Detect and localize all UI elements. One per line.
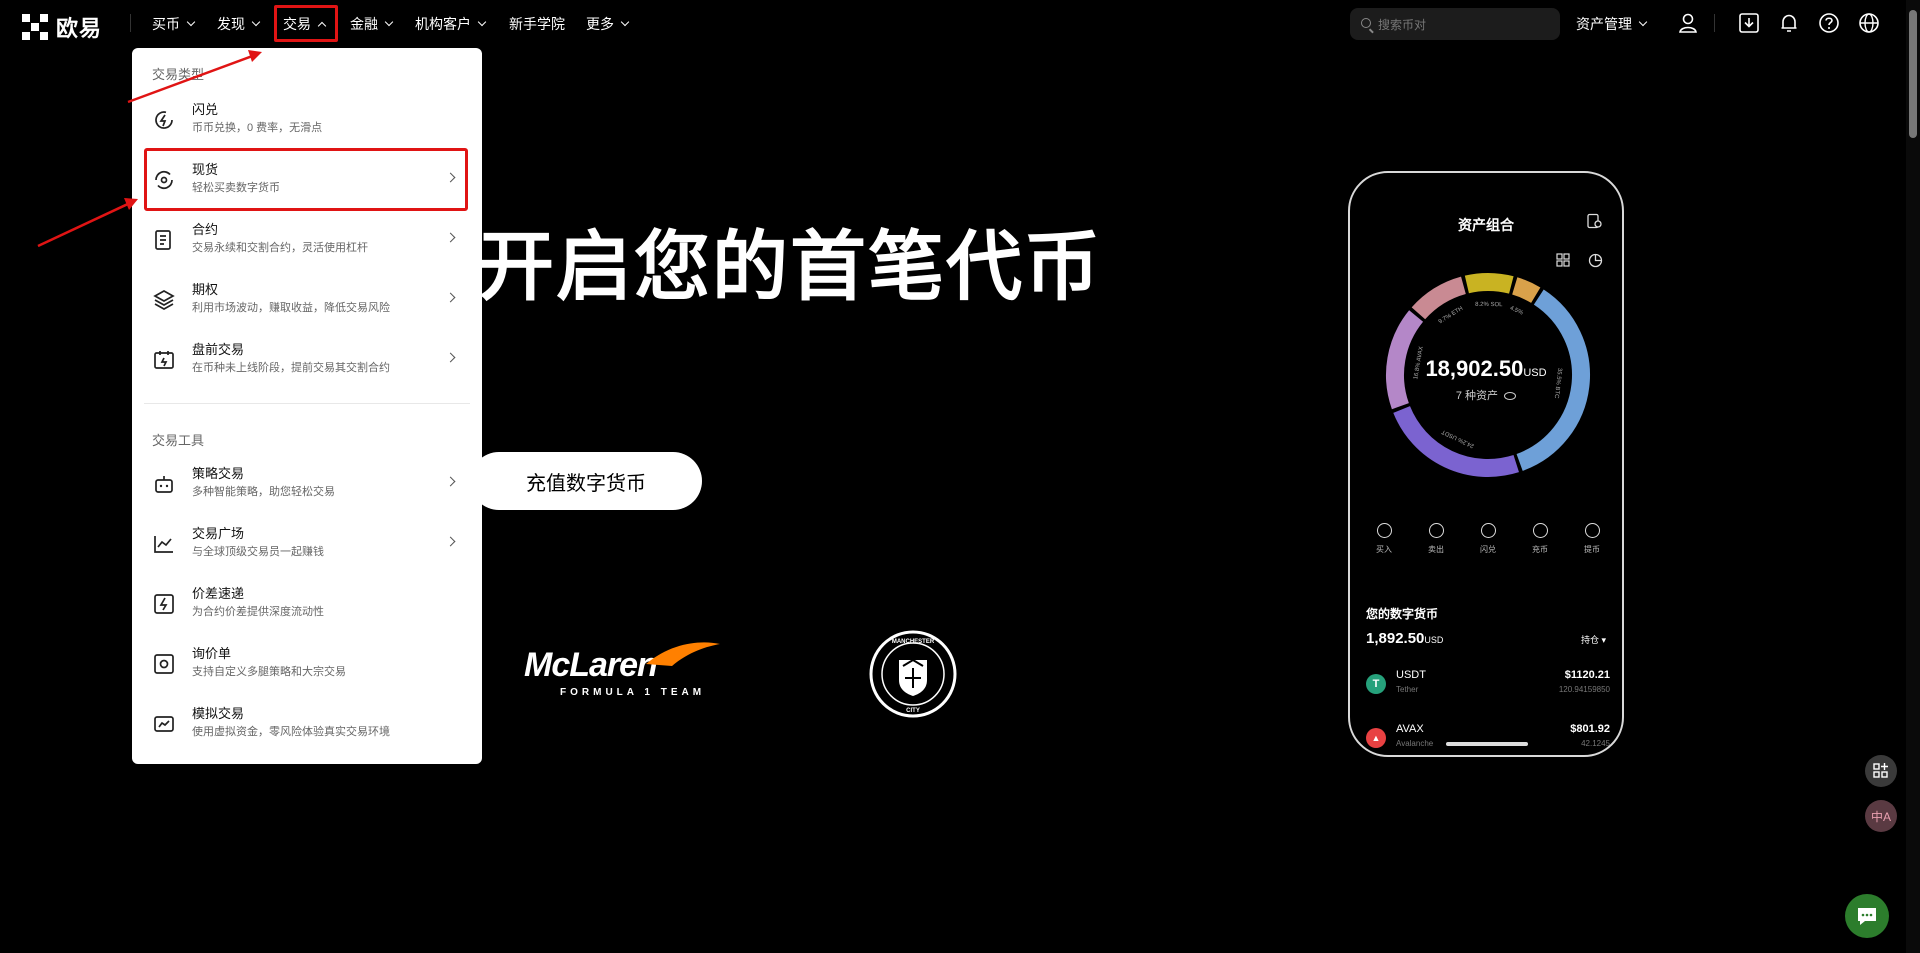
phone-mockup: 资产组合 35.5% BTC 24.2% USDT 16.8% AVAX 9.7% E…	[1348, 171, 1624, 757]
phone-action-row: 买入 卖出 闪兑 充币 提币	[1364, 523, 1612, 555]
asset-row: T USDT Tether $1120.21 120.94159850	[1366, 669, 1610, 703]
annotation-arrowhead	[248, 50, 262, 62]
donut-segment-label: 8.2% SOL	[1475, 302, 1503, 308]
donut-segment-label: 9.7% ETH	[1438, 306, 1464, 326]
nav-item-institutional[interactable]: 机构客户	[415, 14, 487, 34]
assets-menu[interactable]: 资产管理	[1576, 14, 1648, 34]
manchester-city-badge: MANCHESTER CITY	[869, 630, 957, 718]
search-input[interactable]: 搜索币对	[1350, 8, 1560, 40]
svg-text:CITY: CITY	[906, 708, 920, 714]
phone-action-deposit: 充币	[1520, 523, 1560, 555]
phone-action-withdraw: 提币	[1572, 523, 1612, 555]
donut-segment-label: 24.2% USDT	[1441, 428, 1476, 449]
donut-segment-label: 4.5%	[1509, 305, 1525, 316]
eye-icon	[1504, 392, 1517, 401]
phone-action-swap: 闪兑	[1468, 523, 1508, 555]
minus-icon	[1428, 523, 1444, 538]
menu-item-demo-trading[interactable]: 模拟交易 使用虚拟资金，零风险体验真实交易环境	[146, 698, 468, 756]
chevron-down-icon	[1638, 17, 1648, 27]
globe-icon[interactable]	[1858, 12, 1880, 34]
chevron-right-icon	[445, 476, 456, 487]
withdraw-icon	[1584, 523, 1600, 538]
page-scrollbar[interactable]	[1906, 0, 1920, 953]
nav-item-finance[interactable]: 金融	[350, 14, 394, 34]
pre-market-icon	[154, 351, 174, 369]
phone-action-sell: 卖出	[1416, 523, 1456, 555]
nav-item-academy[interactable]: 新手学院	[509, 14, 565, 34]
dropdown-section-tools: 交易工具	[152, 433, 205, 448]
asset-count: 7 种资产	[1350, 387, 1622, 403]
menu-item-trading-bots[interactable]: 策略交易 多种智能策略，助您轻松交易	[146, 458, 468, 516]
holdings-title: 您的数字货币	[1366, 607, 1439, 621]
asset-row: ▲ AVAX Avalanche $801.92 42.1245	[1366, 723, 1610, 755]
demo-trading-icon	[154, 716, 174, 732]
chevron-down-icon	[384, 17, 394, 27]
donut-segment	[1464, 273, 1514, 294]
user-icon[interactable]	[1677, 12, 1699, 34]
donut-segment	[1511, 277, 1541, 304]
svg-text:MANCHESTER: MANCHESTER	[892, 639, 935, 645]
search-icon	[1361, 18, 1371, 28]
holdings-filter: 持仓 ▾	[1580, 635, 1606, 645]
nav-item-more[interactable]: 更多	[586, 14, 630, 34]
mclaren-subtitle: FORMULA 1 TEAM	[560, 687, 706, 698]
download-icon[interactable]	[1738, 12, 1760, 34]
portfolio-total-value: 18,902.50	[1425, 356, 1524, 381]
widget-button[interactable]	[1865, 755, 1897, 787]
spread-icon	[154, 594, 174, 614]
usdt-icon: T	[1366, 674, 1386, 694]
mclaren-logo: McLaren FORMULA 1 TEAM	[524, 642, 724, 704]
help-icon[interactable]	[1818, 12, 1840, 34]
chevron-right-icon	[445, 536, 456, 547]
annotation-arrow-trade	[127, 53, 256, 104]
chevron-down-icon	[477, 17, 487, 27]
chevron-right-icon	[445, 232, 456, 243]
document-icon	[1587, 213, 1602, 229]
plus-icon	[1376, 523, 1392, 538]
options-icon	[153, 290, 175, 310]
deposit-icon	[1532, 523, 1548, 538]
bot-icon	[155, 476, 173, 493]
menu-item-rfq[interactable]: 询价单 支持自定义多腿策略和大宗交易	[146, 638, 468, 696]
translate-icon: 中A	[1870, 809, 1891, 824]
menu-item-copy-trading[interactable]: 交易广场 与全球顶级交易员一起赚钱	[146, 518, 468, 576]
dropdown-divider	[144, 403, 470, 404]
menu-item-options[interactable]: 期权 利用市场波动，赚取收益，降低交易风险	[146, 274, 468, 332]
mclaren-swoosh-icon	[646, 642, 720, 666]
swap-icon	[1480, 523, 1496, 538]
search-placeholder: 搜索币对	[1378, 17, 1427, 32]
menu-item-spread-trading[interactable]: 价差速递 为合约价差提供深度流动性	[146, 578, 468, 636]
bell-icon[interactable]	[1778, 12, 1800, 34]
support-chat-button[interactable]	[1845, 894, 1889, 938]
phone-home-indicator	[1446, 742, 1528, 746]
translate-button[interactable]: 中A	[1865, 800, 1897, 832]
avax-icon: ▲	[1366, 728, 1386, 748]
annotation-arrow-spot	[37, 201, 131, 248]
phone-action-buy: 买入	[1364, 523, 1404, 555]
chevron-down-icon	[620, 17, 630, 27]
annotation-arrows	[37, 50, 262, 248]
menu-item-pre-market[interactable]: 盘前交易 在币种未上线阶段，提前交易其交割合约	[146, 334, 468, 392]
portfolio-currency: USD	[1523, 367, 1547, 379]
chat-icon	[1858, 908, 1876, 925]
portfolio-title: 资产组合	[1458, 217, 1514, 233]
rfq-icon	[154, 654, 174, 674]
chevron-right-icon	[445, 352, 456, 363]
chevron-right-icon	[445, 292, 456, 303]
hero-title: 开启您的首笔代币	[478, 225, 1102, 310]
header-divider	[1714, 14, 1715, 32]
portfolio-total: 18,902.50USD	[1350, 356, 1622, 382]
scrollbar-thumb[interactable]	[1909, 10, 1917, 138]
holdings-total: 1,892.50USD	[1366, 630, 1444, 647]
apps-add-icon	[1873, 763, 1888, 778]
deposit-crypto-button[interactable]: 充值数字货币	[470, 452, 702, 510]
copy-trading-icon	[154, 536, 173, 553]
